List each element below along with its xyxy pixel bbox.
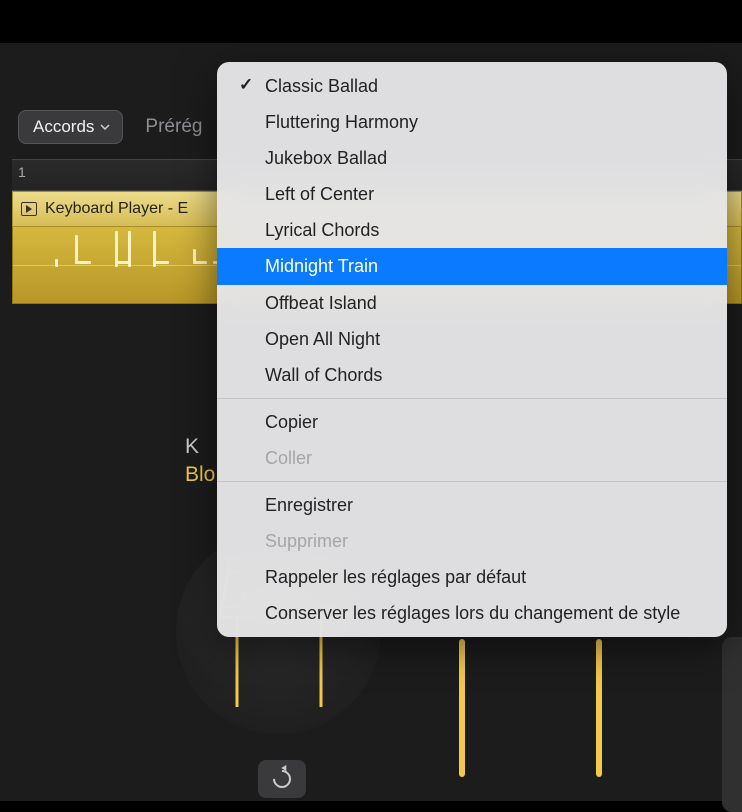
chevron-down-icon (100, 124, 110, 130)
note (153, 261, 169, 264)
preset-menu-item[interactable]: Midnight Train (217, 248, 727, 284)
preset-menu-item[interactable]: Offbeat Island (217, 285, 727, 321)
chords-label: Accords (33, 117, 94, 137)
note (75, 235, 78, 263)
reset-button[interactable] (258, 760, 306, 798)
menu-separator (217, 481, 727, 482)
info-line1: K (185, 435, 215, 459)
menu-separator (217, 398, 727, 399)
menu-recall-defaults[interactable]: Rappeler les réglages par défaut (217, 559, 727, 595)
preset-menu: Classic BalladFluttering HarmonyJukebox … (217, 62, 727, 637)
menu-paste: Coller (217, 440, 727, 476)
ruler-mark-1: 1 (18, 164, 26, 180)
preset-menu-item[interactable]: Open All Night (217, 321, 727, 357)
menu-keep-on-style-change[interactable]: Conserver les réglages lors du changemen… (217, 595, 727, 631)
toolbar: Accords Prérég (18, 110, 202, 144)
note (193, 261, 207, 264)
preset-menu-item[interactable]: Classic Ballad (217, 68, 727, 104)
preset-menu-item[interactable]: Jukebox Ballad (217, 140, 727, 176)
track-title: Keyboard Player - E (45, 200, 188, 218)
preset-menu-item[interactable]: Wall of Chords (217, 357, 727, 393)
preset-label: Prérég (145, 116, 202, 138)
play-icon (21, 202, 37, 216)
chords-dropdown[interactable]: Accords (18, 110, 123, 144)
preset-menu-item[interactable]: Left of Center (217, 176, 727, 212)
preset-menu-item[interactable]: Lyrical Chords (217, 212, 727, 248)
menu-delete: Supprimer (217, 523, 727, 559)
slider-1[interactable] (459, 639, 465, 777)
refresh-icon (269, 766, 294, 791)
note (55, 259, 58, 267)
instrument-info: K Blo (185, 435, 215, 487)
right-panel-tab[interactable] (722, 637, 742, 812)
info-line2: Blo (185, 463, 215, 487)
note (128, 231, 131, 267)
note (75, 261, 91, 264)
menu-copy[interactable]: Copier (217, 404, 727, 440)
menu-save[interactable]: Enregistrer (217, 487, 727, 523)
preset-menu-item[interactable]: Fluttering Harmony (217, 104, 727, 140)
slider-2[interactable] (596, 639, 602, 777)
